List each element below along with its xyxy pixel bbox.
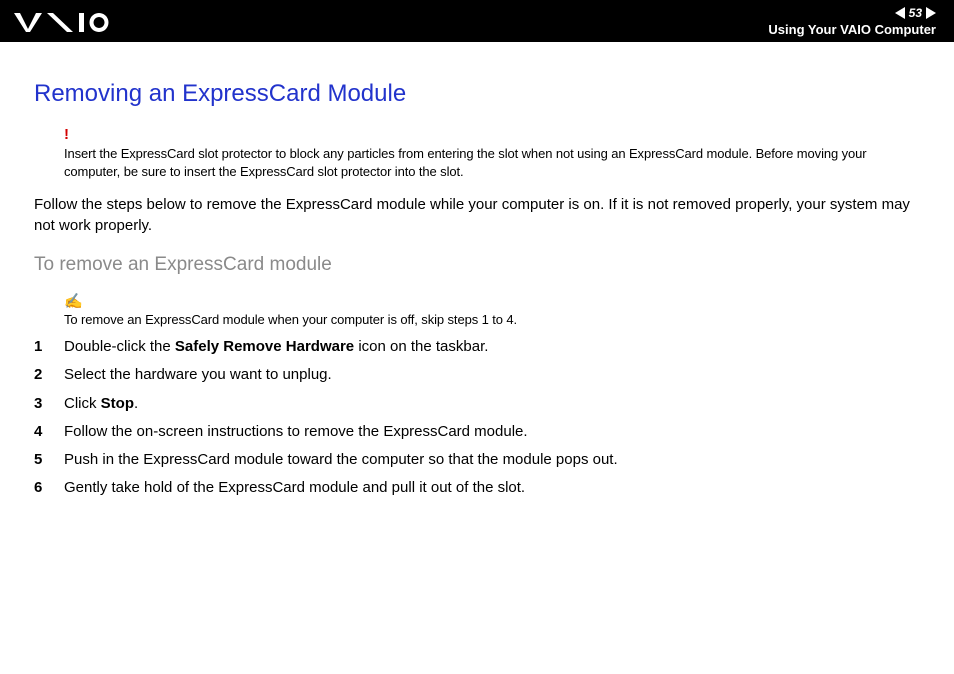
step-text: . (134, 395, 138, 412)
step-text: icon on the taskbar. (354, 338, 488, 355)
page-number: 53 (909, 6, 922, 20)
vaio-logo (14, 0, 124, 42)
next-page-arrow-icon[interactable] (926, 7, 936, 19)
step-bold: Safely Remove Hardware (175, 338, 354, 355)
list-item: Select the hardware you want to unplug. (34, 365, 920, 385)
steps-list: Double-click the Safely Remove Hardware … (34, 337, 920, 499)
breadcrumb: Using Your VAIO Computer (768, 22, 936, 37)
caution-block: ! Insert the ExpressCard slot protector … (64, 126, 920, 180)
prev-page-arrow-icon[interactable] (895, 7, 905, 19)
caution-text: Insert the ExpressCard slot protector to… (64, 145, 920, 180)
step-text: Gently take hold of the ExpressCard modu… (64, 479, 525, 496)
step-text: Click (64, 395, 101, 412)
step-text: Double-click the (64, 338, 175, 355)
list-item: Double-click the Safely Remove Hardware … (34, 337, 920, 357)
step-text: Follow the on-screen instructions to rem… (64, 423, 528, 440)
note-text: To remove an ExpressCard module when you… (64, 312, 920, 327)
note-icon: ✍ (64, 292, 920, 310)
header-right: 53 Using Your VAIO Computer (768, 6, 936, 37)
page-nav: 53 (895, 6, 936, 20)
page-content: Removing an ExpressCard Module ! Insert … (0, 42, 954, 499)
list-item: Push in the ExpressCard module toward th… (34, 450, 920, 470)
intro-text: Follow the steps below to remove the Exp… (34, 194, 920, 236)
list-item: Click Stop. (34, 394, 920, 414)
step-text: Select the hardware you want to unplug. (64, 366, 332, 383)
note-block: ✍ To remove an ExpressCard module when y… (64, 292, 920, 327)
list-item: Gently take hold of the ExpressCard modu… (34, 478, 920, 498)
step-bold: Stop (101, 395, 134, 412)
caution-icon: ! (64, 126, 920, 143)
header-bar: 53 Using Your VAIO Computer (0, 0, 954, 42)
page-title: Removing an ExpressCard Module (34, 80, 920, 108)
list-item: Follow the on-screen instructions to rem… (34, 422, 920, 442)
step-text: Push in the ExpressCard module toward th… (64, 451, 618, 468)
section-subhead: To remove an ExpressCard module (34, 254, 920, 276)
